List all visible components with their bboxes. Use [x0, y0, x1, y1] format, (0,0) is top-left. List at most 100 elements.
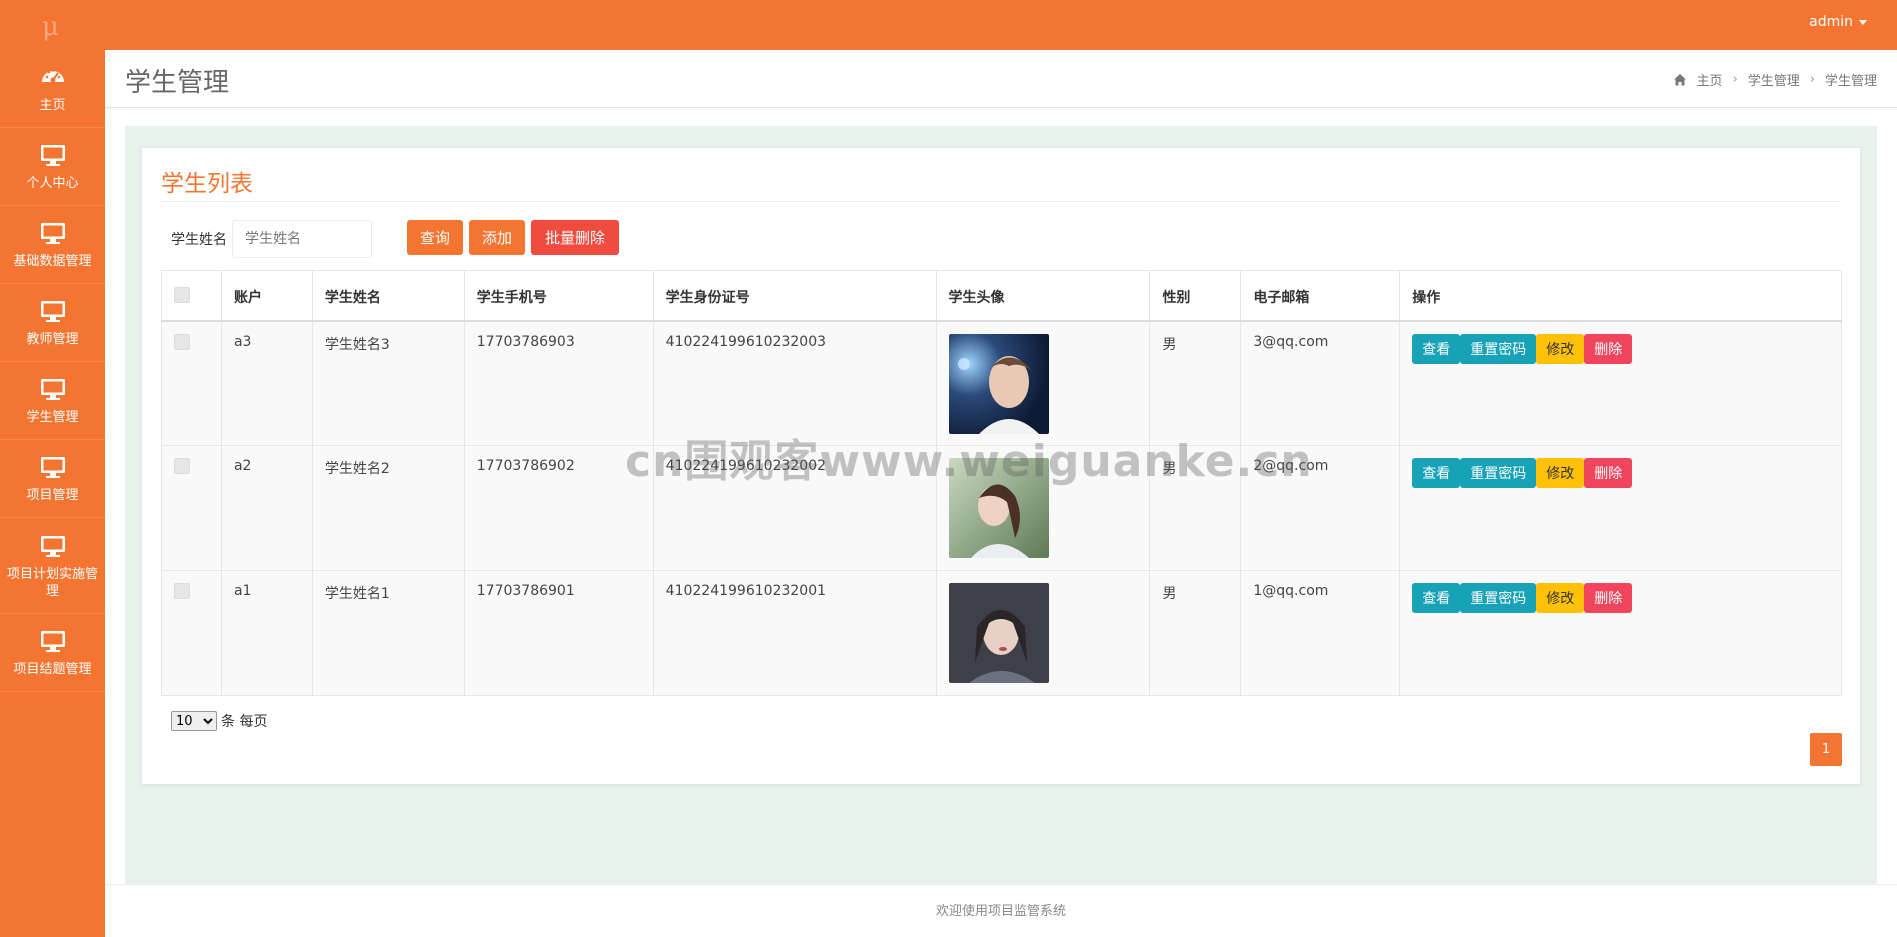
student-name-search-input[interactable]	[232, 220, 372, 258]
column-header: 学生头像	[935, 270, 1151, 322]
sidebar-item-teachers[interactable]: 教师管理	[0, 284, 105, 362]
sidebar-item-label: 主页	[39, 98, 66, 113]
row-checkbox[interactable]	[174, 583, 190, 599]
select-cell	[161, 320, 222, 446]
column-header: 性别	[1149, 270, 1242, 322]
column-header: 学生姓名	[311, 270, 465, 322]
edit-button[interactable]: 修改	[1536, 583, 1585, 613]
page-size-control: 10 条 每页	[171, 711, 267, 731]
page-title: 学生管理	[125, 68, 230, 98]
student-avatar-image	[948, 583, 1049, 683]
id-number-cell: 410224199610232001	[652, 570, 937, 696]
row-actions: 查看 重置密码 修改 删除	[1412, 583, 1829, 613]
user-name: admin	[1809, 14, 1853, 30]
avatar-cell	[935, 570, 1151, 696]
sidebar-item-label: 项目管理	[26, 488, 79, 503]
monitor-icon	[40, 301, 65, 322]
top-navbar: μ admin	[0, 0, 1897, 50]
reset-password-button[interactable]: 重置密码	[1460, 333, 1537, 364]
actions-cell: 查看 重置密码 修改 删除	[1399, 320, 1842, 446]
column-header: 电子邮箱	[1240, 270, 1401, 322]
sidebar-item-project-closure[interactable]: 项目结题管理	[0, 614, 105, 692]
row-actions: 查看 重置密码 修改 删除	[1412, 333, 1829, 364]
page-size-suffix: 条 每页	[221, 714, 268, 730]
select-all-cell	[161, 270, 222, 322]
query-button[interactable]: 查询	[407, 220, 463, 255]
pagination-page-1[interactable]: 1	[1810, 733, 1842, 766]
row-checkbox[interactable]	[174, 458, 190, 474]
batch-delete-button[interactable]: 批量删除	[531, 220, 619, 255]
select-cell	[161, 445, 222, 571]
student-avatar-image	[948, 333, 1049, 434]
sidebar-item-personal-center[interactable]: 个人中心	[0, 128, 105, 206]
column-header: 学生手机号	[463, 270, 654, 322]
column-header: 操作	[1399, 270, 1842, 322]
add-button[interactable]: 添加	[469, 220, 525, 255]
delete-button[interactable]: 删除	[1584, 458, 1633, 488]
delete-button[interactable]: 删除	[1584, 583, 1633, 613]
column-header: 学生身份证号	[652, 270, 937, 322]
chevron-down-icon	[1859, 19, 1867, 25]
monitor-icon	[40, 223, 65, 244]
edit-button[interactable]: 修改	[1536, 333, 1585, 364]
view-button[interactable]: 查看	[1412, 583, 1461, 613]
view-button[interactable]: 查看	[1412, 458, 1461, 488]
account-cell: a1	[220, 570, 313, 696]
monitor-icon	[40, 535, 65, 557]
sidebar-item-label: 学生管理	[26, 410, 79, 425]
sidebar: 主页 个人中心 基础数据管理 教师管理 学生管理 项目管理 项目计划实施管理 项…	[0, 50, 105, 937]
sidebar-item-project-plans[interactable]: 项目计划实施管理	[0, 518, 105, 614]
sidebar-item-label: 个人中心	[26, 176, 79, 191]
actions-cell: 查看 重置密码 修改 删除	[1399, 445, 1842, 571]
card-title: 学生列表	[161, 171, 253, 197]
column-header: 账户	[220, 270, 313, 322]
page-header: 学生管理 主页 › 学生管理 › 学生管理	[105, 50, 1897, 108]
monitor-icon	[40, 457, 65, 478]
sidebar-item-label: 基础数据管理	[13, 254, 92, 269]
name-cell: 学生姓名1	[311, 570, 465, 696]
sidebar-item-basic-data[interactable]: 基础数据管理	[0, 206, 105, 284]
app-logo: μ	[42, 12, 59, 42]
view-button[interactable]: 查看	[1412, 333, 1461, 364]
phone-cell: 17703786901	[463, 570, 654, 696]
watermark-text: cn围观客www.weiguanke.cn	[625, 436, 1313, 487]
dashboard-icon	[41, 69, 64, 83]
account-cell: a2	[220, 445, 313, 571]
gender-cell: 男	[1149, 570, 1242, 696]
monitor-icon	[40, 379, 65, 400]
row-checkbox[interactable]	[174, 333, 190, 350]
divider	[161, 201, 1841, 202]
footer-text: 欢迎使用项目监管系统	[935, 904, 1066, 919]
account-cell: a3	[220, 320, 313, 446]
sidebar-item-label: 项目结题管理	[13, 662, 92, 677]
row-actions: 查看 重置密码 修改 删除	[1412, 458, 1829, 488]
reset-password-button[interactable]: 重置密码	[1460, 583, 1537, 613]
page-size-select[interactable]: 10	[171, 711, 217, 731]
email-cell: 1@qq.com	[1240, 570, 1401, 696]
name-cell: 学生姓名2	[311, 445, 465, 571]
sidebar-item-label: 项目计划实施管理	[6, 566, 98, 599]
footer: 欢迎使用项目监管系统	[105, 884, 1897, 934]
select-cell	[161, 570, 222, 696]
reset-password-button[interactable]: 重置密码	[1460, 458, 1537, 488]
user-menu[interactable]: admin	[1809, 14, 1867, 30]
delete-button[interactable]: 删除	[1584, 333, 1633, 364]
edit-button[interactable]: 修改	[1536, 458, 1585, 488]
sidebar-item-label: 教师管理	[26, 332, 79, 347]
breadcrumb-section[interactable]: 学生管理	[1748, 70, 1800, 89]
breadcrumb: 主页 › 学生管理 › 学生管理	[1673, 70, 1877, 89]
student-name-filter-label: 学生姓名	[171, 232, 227, 248]
breadcrumb-home[interactable]: 主页	[1697, 70, 1723, 89]
breadcrumb-separator-icon: ›	[1732, 72, 1738, 87]
home-icon	[1673, 73, 1686, 85]
name-cell: 学生姓名3	[311, 320, 465, 446]
select-all-checkbox[interactable]	[174, 287, 190, 303]
breadcrumb-separator-icon: ›	[1809, 72, 1815, 87]
breadcrumb-current: 学生管理	[1824, 74, 1877, 89]
sidebar-item-home[interactable]: 主页	[0, 50, 105, 128]
table-header-row: 账户 学生姓名 学生手机号 学生身份证号 学生头像 性别 电子邮箱 操作	[161, 270, 1842, 322]
sidebar-item-projects[interactable]: 项目管理	[0, 440, 105, 518]
sidebar-item-students[interactable]: 学生管理	[0, 362, 105, 440]
monitor-icon	[40, 631, 65, 652]
actions-cell: 查看 重置密码 修改 删除	[1399, 570, 1842, 696]
